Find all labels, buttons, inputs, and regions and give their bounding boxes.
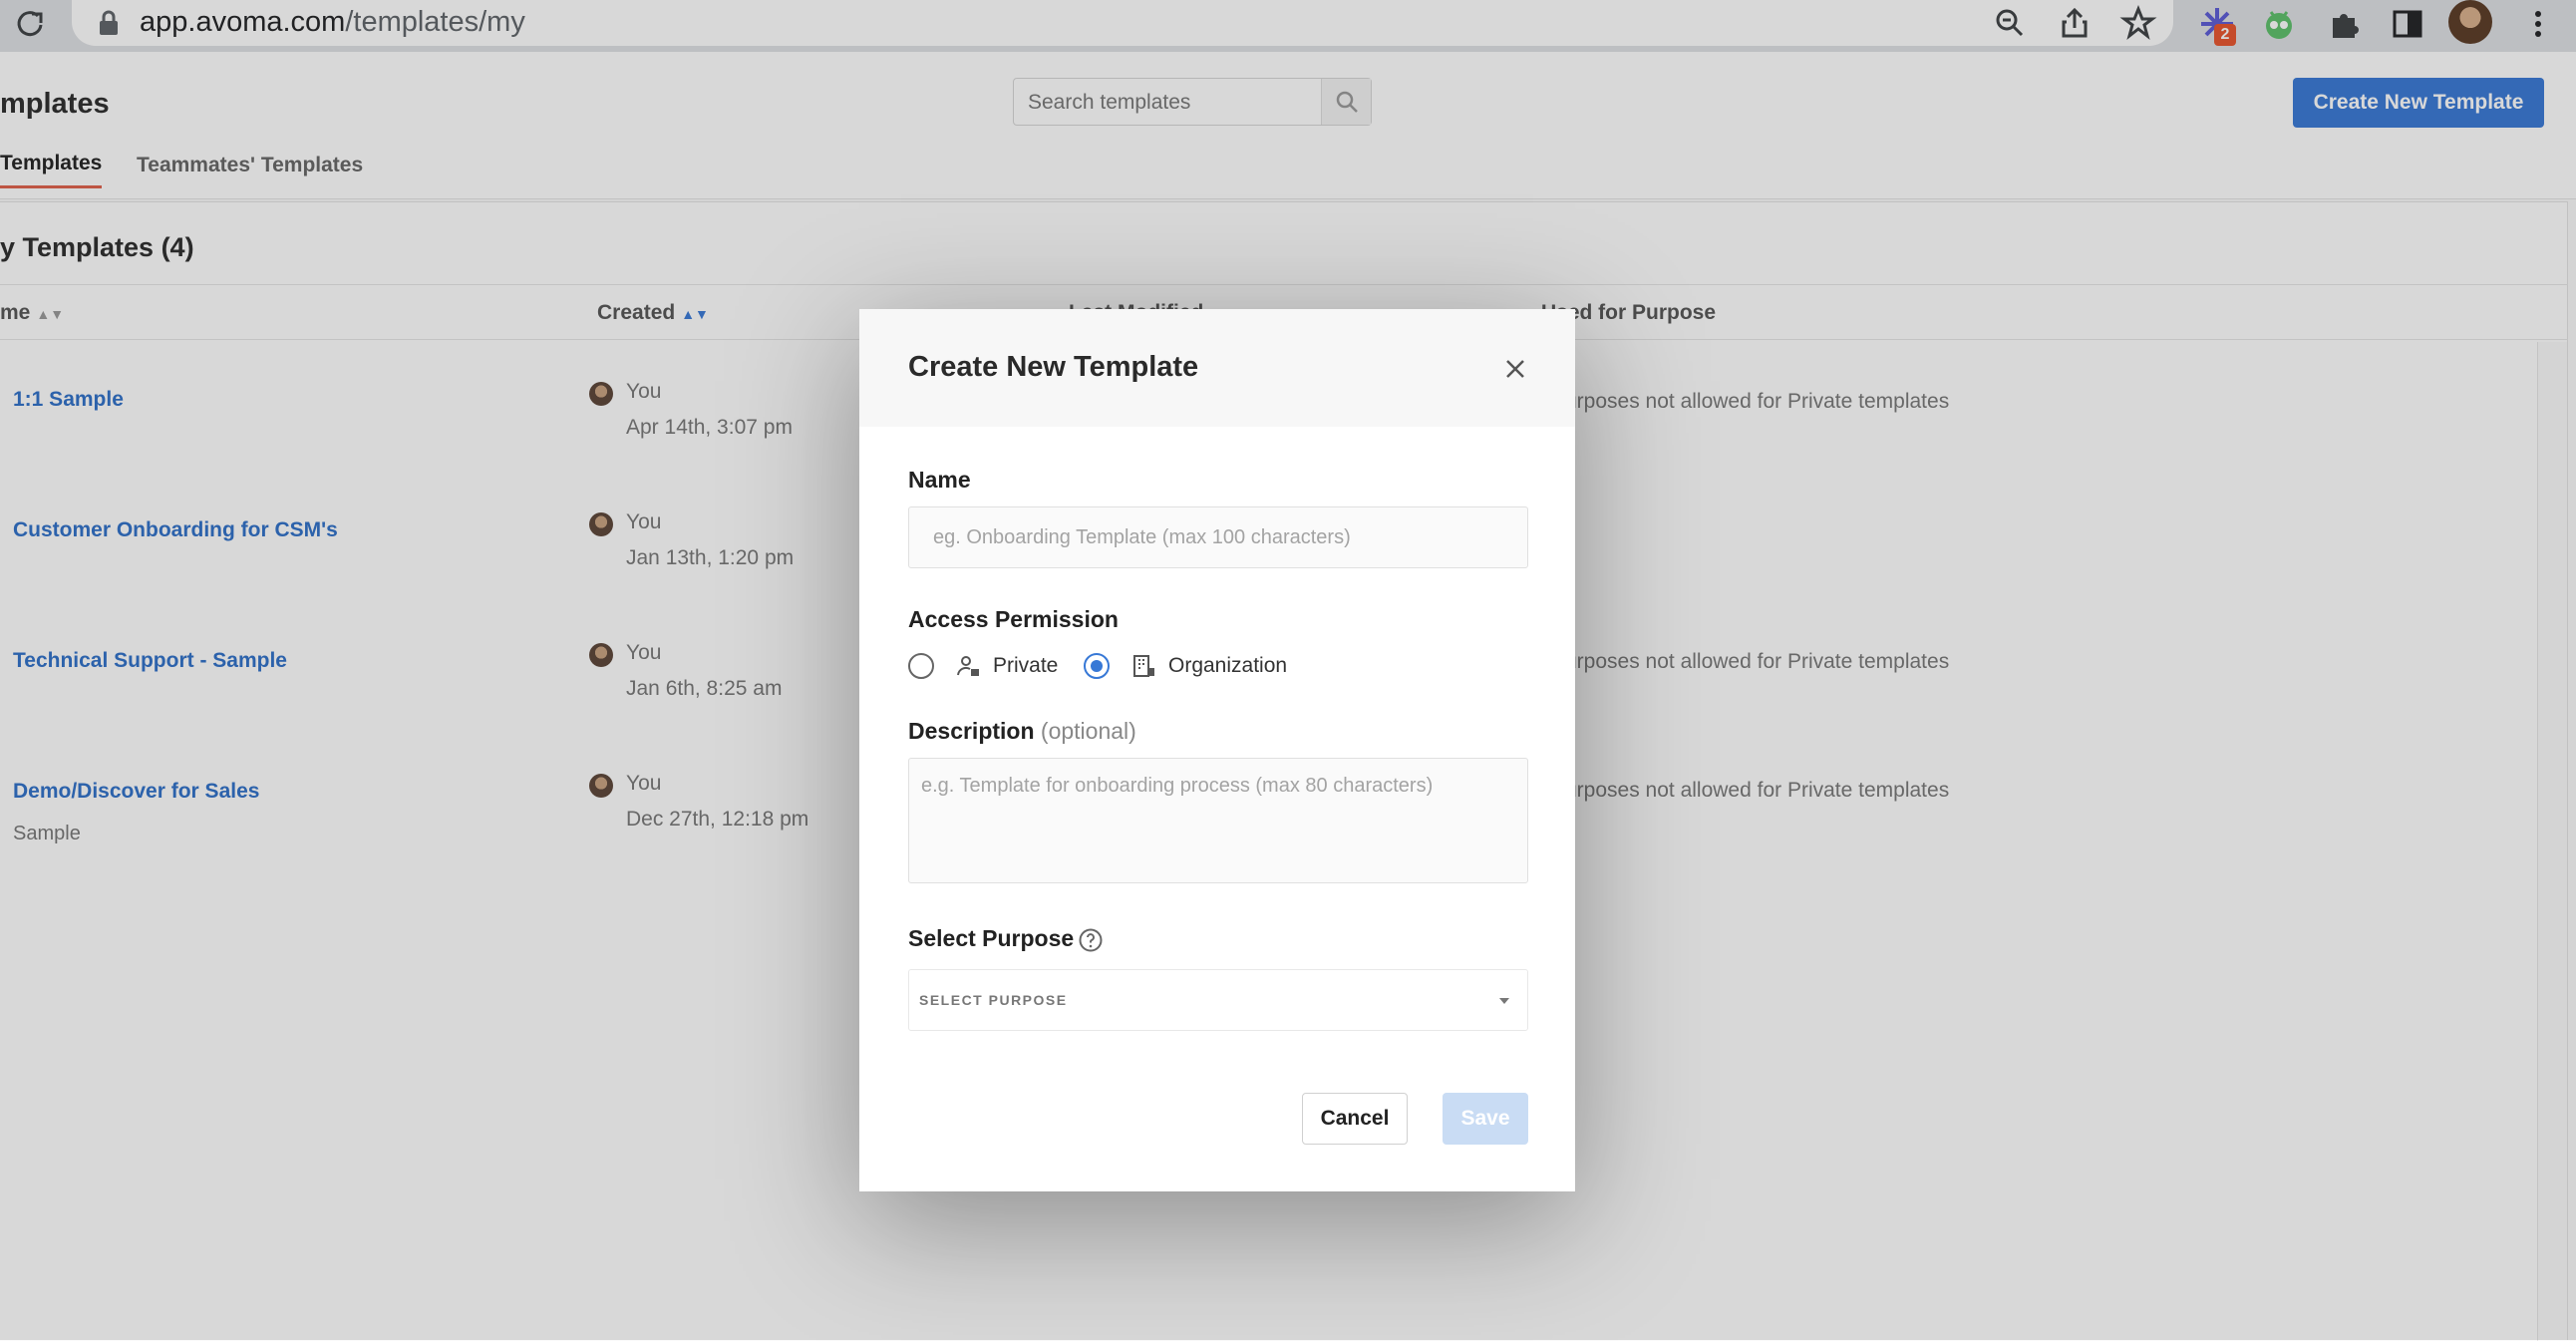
close-icon[interactable] xyxy=(1497,351,1533,387)
create-template-dialog: Create New Template Name eg. Onboarding … xyxy=(859,309,1575,1191)
name-placeholder: eg. Onboarding Template (max 100 charact… xyxy=(933,526,1351,548)
description-placeholder: e.g. Template for onboarding process (ma… xyxy=(921,775,1434,797)
organization-label[interactable]: Organization xyxy=(1168,654,1287,678)
optional-hint: (optional) xyxy=(1040,718,1136,744)
private-label[interactable]: Private xyxy=(993,654,1058,678)
private-user-icon xyxy=(957,656,979,676)
description-label: Description (optional) xyxy=(908,718,1136,745)
dialog-header: Create New Template xyxy=(859,309,1575,427)
select-purpose-label: Select Purpose xyxy=(908,925,1075,951)
purpose-select[interactable]: SELECT PURPOSE xyxy=(908,969,1528,1031)
dialog-title: Create New Template xyxy=(908,351,1199,383)
description-label-text: Description xyxy=(908,718,1035,744)
name-label: Name xyxy=(908,467,971,493)
private-radio[interactable] xyxy=(908,653,934,679)
access-permission-label: Access Permission xyxy=(908,606,1119,632)
chevron-down-icon xyxy=(1499,998,1509,1004)
save-button[interactable]: Save xyxy=(1443,1093,1528,1145)
description-textarea[interactable]: e.g. Template for onboarding process (ma… xyxy=(908,758,1528,883)
cancel-button[interactable]: Cancel xyxy=(1302,1093,1408,1145)
organization-building-icon xyxy=(1133,655,1154,677)
organization-radio[interactable] xyxy=(1084,653,1110,679)
template-name-input[interactable]: eg. Onboarding Template (max 100 charact… xyxy=(908,506,1528,568)
purpose-select-value: SELECT PURPOSE xyxy=(919,992,1068,1008)
help-icon[interactable] xyxy=(1078,927,1104,953)
